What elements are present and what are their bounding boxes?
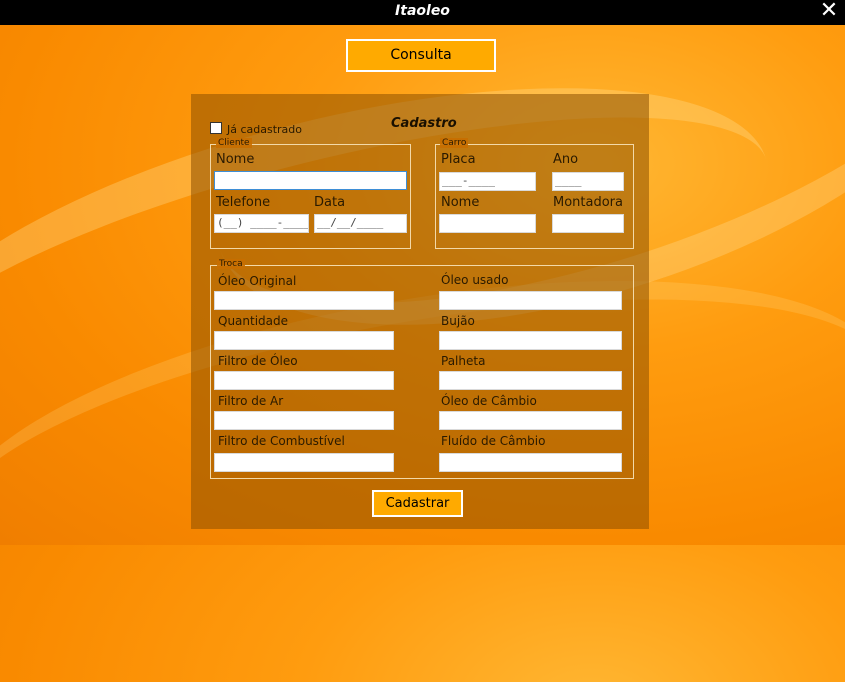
bujao-input[interactable] [439, 331, 622, 350]
oleo-usado-label: Óleo usado [441, 273, 509, 287]
oleo-cambio-input[interactable] [439, 411, 622, 430]
ano-label: Ano [553, 152, 579, 167]
cliente-nome-label: Nome [216, 152, 255, 167]
filtro-combustivel-label: Filtro de Combustível [218, 434, 345, 448]
filtro-oleo-input[interactable] [214, 371, 394, 390]
fluido-cambio-input[interactable] [439, 453, 622, 472]
placa-input[interactable]: ___-____ [439, 172, 536, 191]
montadora-label: Montadora [553, 195, 623, 210]
ja-cadastrado-checkbox[interactable] [210, 122, 222, 134]
cliente-legend: Cliente [216, 138, 252, 148]
data-label: Data [314, 195, 346, 210]
oleo-usado-input[interactable] [439, 291, 622, 310]
telefone-input[interactable]: (__) ____-____ [214, 214, 309, 233]
form-heading: Cadastro [391, 116, 457, 131]
oleo-original-input[interactable] [214, 291, 394, 310]
ano-input[interactable]: ____ [552, 172, 624, 191]
title-bar: Itaoleo ✕ [0, 0, 845, 25]
carro-nome-input[interactable] [439, 214, 536, 233]
filtro-ar-input[interactable] [214, 411, 394, 430]
oleo-original-label: Óleo Original [218, 274, 297, 288]
montadora-input[interactable] [552, 214, 624, 233]
ja-cadastrado-label: Já cadastrado [227, 123, 303, 136]
oleo-cambio-label: Óleo de Câmbio [441, 394, 537, 408]
filtro-ar-label: Filtro de Ar [218, 394, 284, 408]
palheta-input[interactable] [439, 371, 622, 390]
data-input[interactable]: __/__/____ [314, 214, 407, 233]
cadastrar-button[interactable]: Cadastrar [372, 490, 463, 517]
troca-legend: Troca [217, 259, 245, 269]
placa-label: Placa [441, 152, 476, 167]
close-icon[interactable]: ✕ [819, 0, 839, 22]
fluido-cambio-label: Fluído de Câmbio [441, 434, 546, 448]
carro-legend: Carro [440, 138, 469, 148]
telefone-label: Telefone [216, 195, 271, 210]
window-title: Itaoleo [395, 3, 450, 19]
quantidade-label: Quantidade [218, 314, 289, 328]
cliente-nome-input[interactable] [214, 171, 407, 190]
bujao-label: Bujão [441, 314, 475, 328]
quantidade-input[interactable] [214, 331, 394, 350]
filtro-combustivel-input[interactable] [214, 453, 394, 472]
consulta-button[interactable]: Consulta [346, 39, 496, 72]
filtro-oleo-label: Filtro de Óleo [218, 354, 298, 368]
carro-nome-label: Nome [441, 195, 480, 210]
palheta-label: Palheta [441, 354, 486, 368]
